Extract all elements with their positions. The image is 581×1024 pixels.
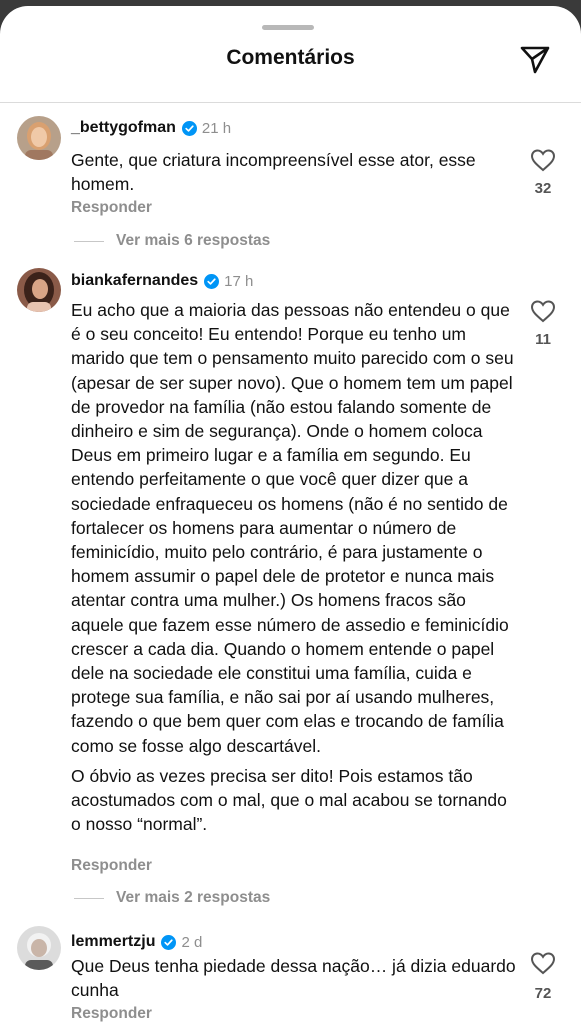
heart-icon[interactable] bbox=[530, 299, 556, 323]
comment-header: _bettygofman 21 h bbox=[71, 119, 231, 137]
username[interactable]: biankafernandes bbox=[71, 272, 198, 290]
verified-badge-icon bbox=[161, 934, 177, 950]
like-count: 72 bbox=[534, 985, 552, 1002]
comment-time: 2 d bbox=[181, 933, 203, 951]
heart-icon[interactable] bbox=[530, 951, 556, 975]
comment-text: Gente, que criatura incompreensível esse… bbox=[71, 148, 516, 196]
reply-button[interactable]: Responder bbox=[71, 199, 152, 217]
comment-time: 21 h bbox=[201, 119, 232, 137]
username[interactable]: lemmertzju bbox=[71, 933, 155, 951]
header-divider bbox=[0, 102, 581, 103]
comment-paragraph: Gente, que criatura incompreensível esse… bbox=[71, 150, 476, 195]
replies-line bbox=[74, 897, 104, 899]
avatar[interactable] bbox=[17, 116, 61, 160]
comments-sheet: Comentários _bettygofman 21 h Gente, que… bbox=[0, 6, 581, 1024]
reply-button[interactable]: Responder bbox=[71, 857, 152, 875]
page-title: Comentários bbox=[226, 46, 355, 69]
comment-paragraph: O óbvio as vezes precisa ser dito! Pois … bbox=[71, 765, 507, 835]
comment-text: Que Deus tenha piedade dessa nação… já d… bbox=[71, 954, 516, 1002]
comment-paragraph: Eu acho que a maioria das pessoas não en… bbox=[71, 300, 514, 756]
replies-line bbox=[74, 240, 104, 242]
view-more-replies-button[interactable]: Ver mais 2 respostas bbox=[74, 889, 270, 907]
heart-icon[interactable] bbox=[530, 148, 556, 172]
comment-header: biankafernandes 17 h bbox=[71, 272, 253, 290]
username[interactable]: _bettygofman bbox=[71, 119, 176, 137]
like-count: 11 bbox=[535, 331, 551, 348]
avatar[interactable] bbox=[17, 926, 61, 970]
comment-header: lemmertzju 2 d bbox=[71, 933, 202, 951]
avatar[interactable] bbox=[17, 268, 61, 312]
sheet-grabber[interactable] bbox=[262, 25, 314, 30]
verified-badge-icon bbox=[204, 273, 220, 289]
comment-text: Eu acho que a maioria das pessoas não en… bbox=[71, 298, 516, 836]
view-more-replies-label: Ver mais 2 respostas bbox=[116, 889, 271, 906]
comment-time: 17 h bbox=[224, 272, 254, 290]
like-count: 32 bbox=[534, 180, 552, 197]
view-more-replies-label: Ver mais 6 respostas bbox=[116, 232, 271, 249]
reply-button[interactable]: Responder bbox=[71, 1005, 152, 1023]
comment-paragraph: Que Deus tenha piedade dessa nação… já d… bbox=[71, 956, 516, 1001]
send-icon[interactable] bbox=[518, 42, 552, 76]
view-more-replies-button[interactable]: Ver mais 6 respostas bbox=[74, 232, 270, 250]
verified-badge-icon bbox=[181, 120, 197, 136]
